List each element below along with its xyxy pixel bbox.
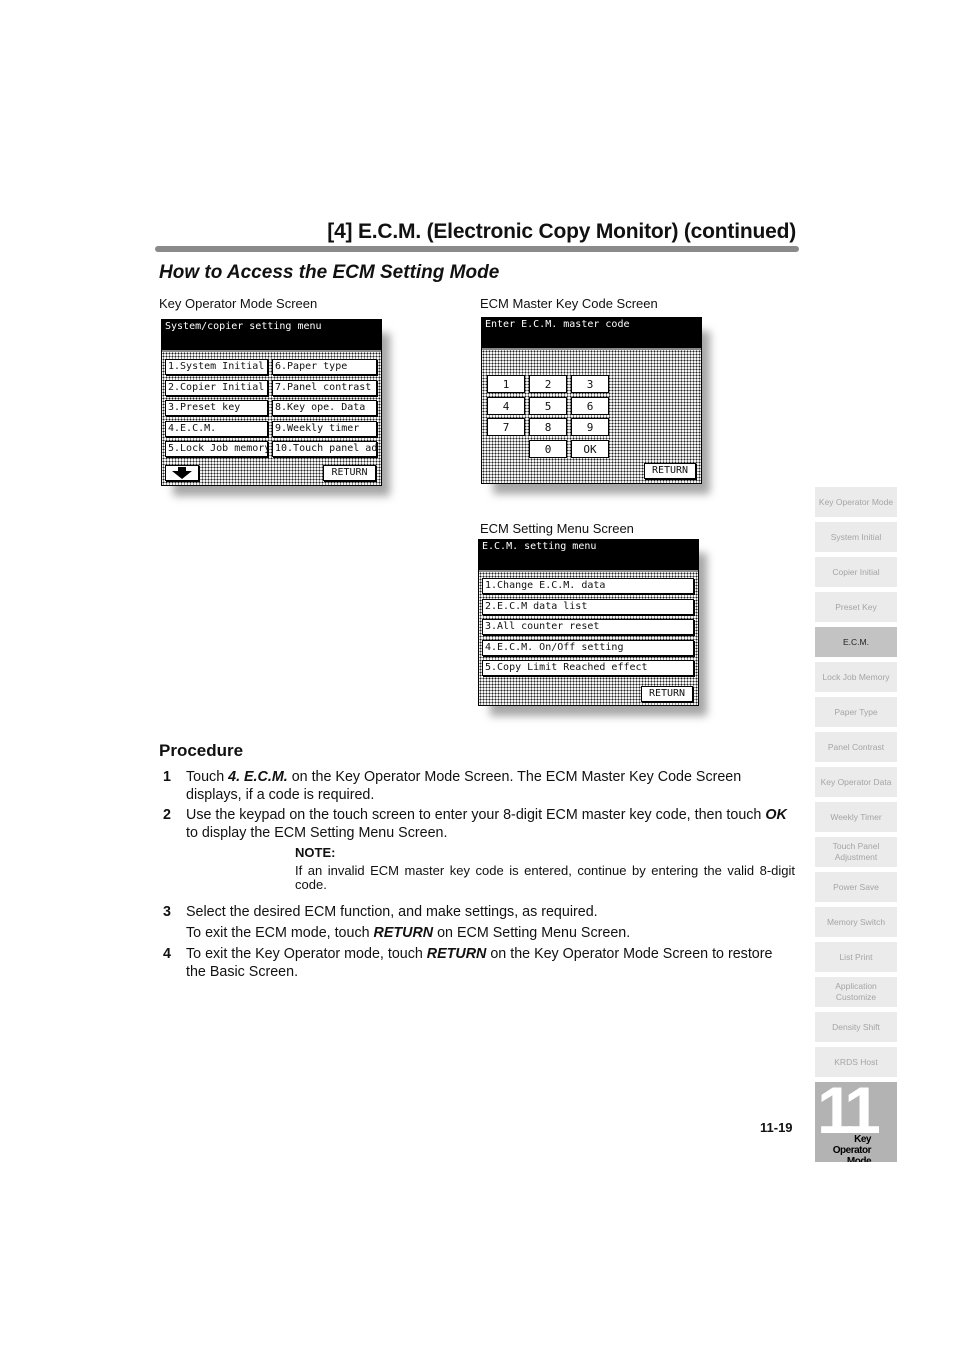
screen-body: 1.Change E.C.M. data 2.E.C.M data list 3.A…: [479, 570, 698, 705]
ecm-menu-item-button[interactable]: 3.All counter reset: [482, 619, 694, 635]
chapter-tab[interactable]: 11 Key Operator Mode: [815, 1082, 897, 1162]
side-tab[interactable]: Copier Initial: [815, 557, 897, 587]
keypad-key[interactable]: 9: [571, 418, 609, 436]
menu-item-button[interactable]: 1.System Initial: [165, 359, 268, 375]
step-number: 4: [163, 946, 171, 962]
side-tab[interactable]: Power Save: [815, 872, 897, 902]
menu-item-button[interactable]: 7.Panel contrast: [272, 379, 377, 396]
side-tab[interactable]: Touch Panel Adjustment: [815, 837, 897, 867]
note-text: If an invalid ECM master key code is ent…: [295, 863, 795, 892]
menu-item-button[interactable]: 8.Key ope. Data: [272, 400, 377, 416]
keypad-key[interactable]: 4: [487, 396, 525, 415]
keypad-key[interactable]: 8: [529, 418, 567, 436]
keypad-key[interactable]: 7: [487, 418, 525, 436]
master-code-screen: Enter E.C.M. master code 1 2 3 4 5 6 7 8 9 0 OK RE…: [481, 317, 702, 484]
keypad-key[interactable]: 5: [529, 396, 567, 415]
key-operator-screen: System/copier setting menu 1.System Init…: [161, 319, 382, 486]
menu-item-button[interactable]: 9.Weekly timer: [272, 420, 377, 437]
master-code-screen-caption: ECM Master Key Code Screen: [480, 296, 658, 311]
key-operator-screen-caption: Key Operator Mode Screen: [159, 296, 318, 311]
menu-item-button[interactable]: 6.Paper type: [272, 359, 377, 375]
note-heading: NOTE:: [295, 845, 336, 860]
setting-menu-screen: E.C.M. setting menu 1.Change E.C.M. data…: [478, 539, 699, 706]
arrow-down-icon: [172, 467, 192, 479]
side-tab[interactable]: Paper Type: [815, 697, 897, 727]
step-text: Touch 4. E.C.M. on the Key Operator Mode…: [186, 769, 742, 803]
chapter-label: Key Operator Mode: [832, 1134, 872, 1162]
side-tab[interactable]: List Print: [815, 942, 897, 972]
side-tab[interactable]: Weekly Timer: [815, 802, 897, 832]
return-button[interactable]: RETURN: [323, 465, 376, 481]
screen-body: 1 2 3 4 5 6 7 8 9 0 OK RETURN: [482, 348, 701, 483]
step-text: Select the desired ECM function, and mak…: [186, 904, 598, 920]
menu-item-button[interactable]: 4.E.C.M.: [165, 420, 268, 437]
step-subtext: To exit the ECM mode, touch RETURN on EC…: [186, 925, 631, 941]
menu-item-button[interactable]: 10.Touch panel adj: [272, 441, 377, 457]
side-tab[interactable]: Preset Key: [815, 592, 897, 622]
side-tab[interactable]: KRDS Host: [815, 1047, 897, 1077]
step-number: 1: [163, 769, 171, 785]
menu-item-button[interactable]: 2.Copier Initial: [165, 379, 268, 396]
screen-title: System/copier setting menu: [162, 320, 381, 350]
screen-title: Enter E.C.M. master code: [482, 318, 701, 348]
title-divider: [155, 246, 799, 252]
menu-item-button[interactable]: 3.Preset key: [165, 400, 268, 416]
ecm-menu-item-button[interactable]: 5.Copy Limit Reached effect: [482, 660, 694, 676]
step-text: Use the keypad on the touch screen to en…: [186, 807, 787, 841]
keypad-key[interactable]: 1: [487, 375, 525, 393]
ecm-menu-item-button[interactable]: 4.E.C.M. On/Off setting: [482, 639, 694, 656]
procedure-heading: Procedure: [159, 741, 244, 760]
keypad-key[interactable]: 3: [571, 375, 609, 393]
side-tab[interactable]: Lock Job Memory: [815, 662, 897, 692]
page-subtitle: How to Access the ECM Setting Mode: [159, 262, 500, 283]
page-number: 11-19: [760, 1120, 793, 1135]
menu-item-button[interactable]: 5.Lock Job memory: [165, 441, 268, 457]
return-button[interactable]: RETURN: [644, 463, 696, 479]
ecm-menu-item-button[interactable]: 2.E.C.M data list: [482, 598, 694, 615]
ecm-menu-item-button[interactable]: 1.Change E.C.M. data: [482, 578, 694, 594]
side-tab[interactable]: Key Operator Mode: [815, 487, 897, 517]
keypad-key[interactable]: 2: [529, 375, 567, 393]
side-tab[interactable]: Density Shift: [815, 1012, 897, 1042]
side-tab[interactable]: E.C.M.: [815, 627, 897, 657]
section-title: [4] E.C.M. (Electronic Copy Monitor) (co…: [327, 220, 796, 243]
side-tab[interactable]: Panel Contrast: [815, 732, 897, 762]
return-button[interactable]: RETURN: [641, 686, 693, 702]
screen-body: 1.System Initial 2.Copier Initial 3.Preset…: [162, 350, 381, 485]
step-number: 3: [163, 904, 171, 920]
side-tab[interactable]: Key Operator Data: [815, 767, 897, 797]
step-text: To exit the Key Operator mode, touch RET…: [186, 946, 773, 980]
step-number: 2: [163, 807, 171, 823]
keypad-key[interactable]: 0: [529, 439, 567, 458]
screen-title: E.C.M. setting menu: [479, 540, 698, 570]
setting-menu-screen-caption: ECM Setting Menu Screen: [480, 521, 634, 536]
scroll-down-button[interactable]: [165, 465, 199, 481]
side-tab[interactable]: Application Customize: [815, 977, 897, 1007]
side-tab[interactable]: System Initial: [815, 522, 897, 552]
keypad-key[interactable]: OK: [571, 439, 609, 458]
keypad-key[interactable]: 6: [571, 396, 609, 415]
side-tab[interactable]: Memory Switch: [815, 907, 897, 937]
